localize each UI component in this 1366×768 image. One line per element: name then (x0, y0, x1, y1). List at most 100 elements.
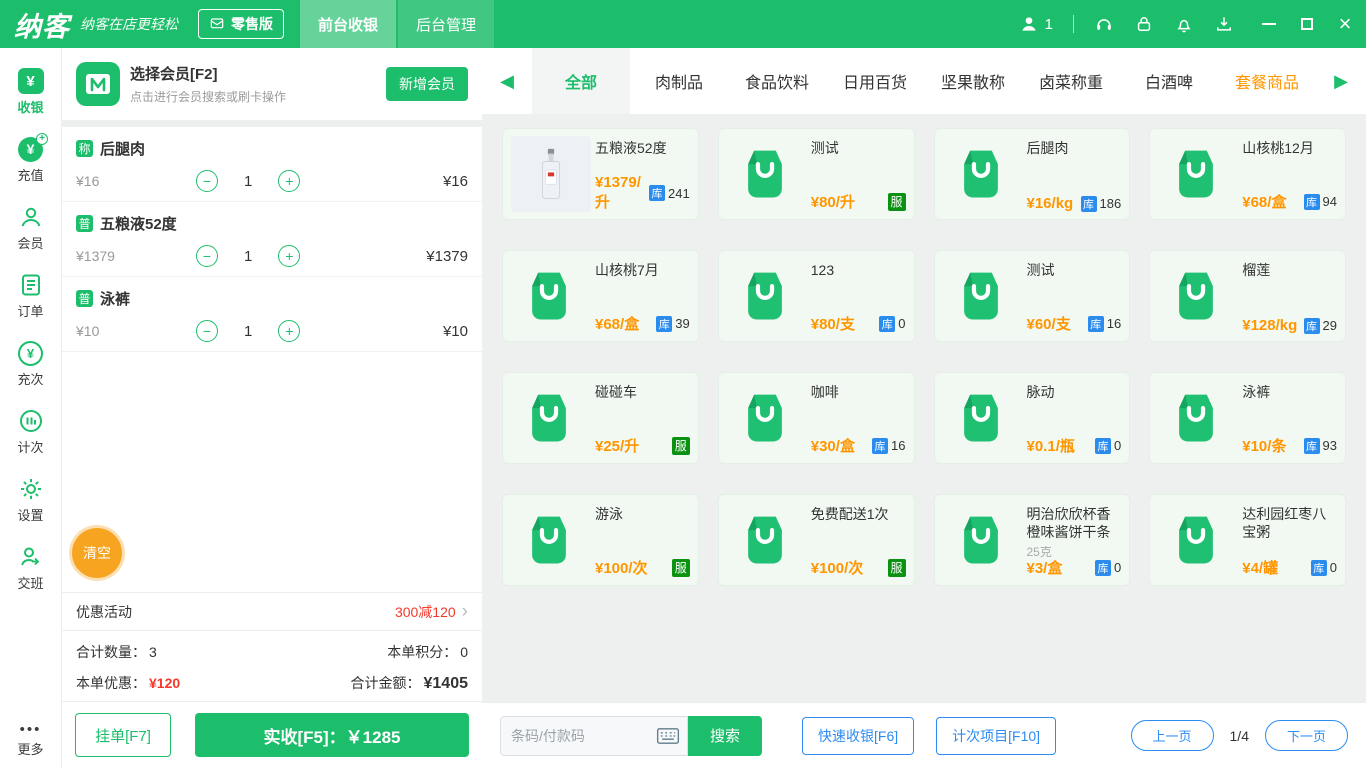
sidebar-item-more[interactable]: ••• 更多 (17, 722, 43, 758)
product-card[interactable]: 测试 ¥60/支库 16 (933, 250, 1131, 342)
barcode-search (500, 715, 688, 756)
category-tab-6[interactable]: 白酒啤 (1120, 48, 1218, 114)
sidebar-item-recharge[interactable]: ¥ + 充值 (0, 126, 61, 194)
increase-qty-button[interactable]: + (278, 170, 301, 192)
edition-label: 零售版 (231, 16, 273, 32)
pay-button[interactable]: 实收[F5]：￥1285 (195, 713, 469, 757)
stock-count: 16 (891, 438, 906, 453)
decrease-qty-button[interactable]: − (196, 245, 218, 267)
product-card[interactable]: 榴莲 ¥128/kg 库 29 (1149, 250, 1346, 342)
product-card[interactable]: 咖啡 ¥30/盒库 16 (717, 372, 915, 464)
category-tab-2[interactable]: 食品饮料 (728, 48, 826, 114)
category-tab-4[interactable]: 坚果散称 (924, 48, 1022, 114)
product-grid: 五粮液52度 ¥1379/升库 241 测试 ¥80/升服后腿肉 ¥16/kg 库 186 山核… (482, 114, 1366, 702)
stock-badge: 库 (1095, 559, 1112, 576)
top-tab-front-cashier[interactable]: 前台收银 (300, 0, 396, 48)
sidebar-item-shift[interactable]: 交班 (0, 534, 61, 602)
next-page-button[interactable]: 下一页 (1264, 720, 1348, 751)
product-price: ¥100/次 (595, 560, 648, 577)
increase-qty-button[interactable]: + (278, 245, 301, 267)
stock-badge: 库 (1087, 315, 1104, 332)
product-name: 榴莲 (1242, 262, 1271, 278)
sidebar-item-count-times[interactable]: 计次 (0, 398, 61, 466)
hold-order-button[interactable]: 挂单[F7] (75, 713, 171, 757)
shopping-bag-icon (935, 373, 1027, 463)
category-tab-3[interactable]: 日用百货 (826, 48, 924, 114)
increase-qty-button[interactable]: + (278, 320, 301, 342)
sidebar-item-cashier[interactable]: ¥ 收银 (0, 58, 61, 126)
add-member-button[interactable]: 新增会员 (386, 67, 468, 101)
app-window: 纳客 纳客在店更轻松 零售版 前台收银 后台管理 1 × ¥ 收银 ¥ + 充值 会员 订单 ¥… (0, 0, 1366, 768)
product-price: ¥16/kg (1026, 195, 1074, 212)
support-headset-icon[interactable] (1094, 14, 1114, 34)
lock-icon[interactable] (1134, 14, 1154, 34)
product-card[interactable]: 测试 ¥80/升 服 (717, 128, 915, 220)
sidebar-item-label: 收银 (17, 100, 44, 115)
product-card[interactable]: 游泳 ¥100/次 服 (502, 494, 699, 586)
search-button[interactable]: 搜索 (688, 715, 762, 756)
stock-badge: 库 (879, 315, 896, 332)
sidebar-item-recharge-times[interactable]: ¥ 充次 (0, 330, 61, 398)
product-card[interactable]: 后腿肉 ¥16/kg 库 186 (933, 128, 1131, 220)
product-card[interactable]: 碰碰车 ¥25/升 服 (502, 372, 699, 464)
product-card[interactable]: 明治欣欣杯香橙味酱饼干条 25克 ¥3/盒库 0 (933, 494, 1131, 586)
shopping-bag-icon (719, 495, 811, 585)
decrease-qty-button[interactable]: − (196, 170, 218, 192)
category-tab-7[interactable]: 套餐商品 (1218, 48, 1316, 114)
count-item-button[interactable]: 计次项目[F10] (936, 716, 1057, 755)
item-unit-price: ¥1379 (76, 248, 115, 264)
notification-bell-icon[interactable] (1174, 14, 1194, 34)
product-card[interactable]: 山核桃12月 ¥68/盒库 94 (1149, 128, 1346, 220)
product-card[interactable]: 免费配送1次 ¥100/次 服 (717, 494, 915, 586)
product-card[interactable]: 脉动 ¥0.1/瓶 库 0 (933, 372, 1131, 464)
cart-item[interactable]: 普泳裤 ¥10−1 + ¥10 (62, 277, 482, 352)
prev-page-button[interactable]: 上一页 (1130, 720, 1214, 751)
cart-item[interactable]: 普五粮液52度 ¥1379 − 1 + ¥1379 (62, 202, 482, 277)
shopping-bag-icon (935, 495, 1027, 585)
member-select-card[interactable]: 选择会员[F2] 点击进行会员搜索或刷卡操作 新增会员 (62, 48, 482, 120)
maximize-button[interactable] (1300, 14, 1314, 34)
product-card[interactable]: 达利园红枣八宝粥 ¥4/罐 库 0 (1149, 494, 1346, 586)
top-tab-back-manage[interactable]: 后台管理 (398, 0, 494, 48)
maximize-icon (1301, 18, 1313, 30)
product-card[interactable]: 泳裤 ¥10/条库 93 (1149, 372, 1346, 464)
sidebar-item-label: 计次 (17, 440, 44, 455)
points: 本单积分： 0 (387, 642, 468, 662)
stock-badge: 库 (656, 315, 673, 332)
sidebar-item-settings[interactable]: 设置 (0, 466, 61, 534)
item-type-badge: 普 (76, 215, 93, 232)
sidebar-item-member[interactable]: 会员 (0, 194, 61, 262)
keyboard-icon[interactable] (655, 727, 681, 745)
item-total: ¥10 (442, 322, 468, 340)
clear-cart-button[interactable]: 清空 (72, 528, 122, 578)
shopping-bag-icon (935, 129, 1027, 219)
promo-row[interactable]: 优惠活动 300减120 › (62, 592, 482, 630)
edition-badge[interactable]: 零售版 (198, 9, 284, 39)
minimize-button[interactable] (1262, 14, 1276, 34)
stock-indicator: 库 93 (1303, 437, 1337, 454)
download-icon[interactable] (1214, 14, 1234, 34)
recharge-icon: ¥ + (18, 132, 48, 162)
stock-count: 0 (1114, 560, 1122, 575)
category-tab-5[interactable]: 卤菜称重 (1022, 48, 1120, 114)
category-tab-0[interactable]: 全部 (532, 48, 630, 114)
category-scroll-left-icon[interactable]: ◀ (482, 48, 532, 114)
promo-label: 优惠活动 (76, 603, 132, 620)
stock-indicator: 库0 (1095, 559, 1122, 576)
user-indicator[interactable]: 1 (1019, 14, 1053, 34)
product-card[interactable]: 五粮液52度 ¥1379/升库 241 (502, 128, 699, 220)
sidebar-item-orders[interactable]: 订单 (0, 262, 61, 330)
category-scroll-right-icon[interactable]: ▶ (1316, 48, 1366, 114)
decrease-qty-button[interactable]: − (196, 320, 218, 342)
quick-cashier-button[interactable]: 快速收银[F6] (802, 716, 915, 755)
close-button[interactable]: × (1338, 13, 1352, 35)
shopping-bag-icon (503, 495, 595, 585)
product-price: ¥3/盒 (1026, 560, 1063, 577)
cart-item[interactable]: 称后腿肉 ¥16−1 + ¥16 (62, 127, 482, 202)
product-card[interactable]: 123 ¥80/支 库 0 (717, 250, 915, 342)
product-area: ◀ 全部 肉制品 食品饮料 日用百货 坚果散称 卤菜称重 白酒啤 套餐商品 ▶ 五粮液52度 ¥… (482, 48, 1366, 768)
product-card[interactable]: 山核桃7月 ¥68/盒库 39 (502, 250, 699, 342)
checkout-toolbar: 搜索 快速收银[F6] 计次项目[F10] 上一页 1/4 下一页 (482, 702, 1366, 768)
product-name: 达利园红枣八宝粥 (1242, 506, 1327, 541)
category-tab-1[interactable]: 肉制品 (630, 48, 728, 114)
